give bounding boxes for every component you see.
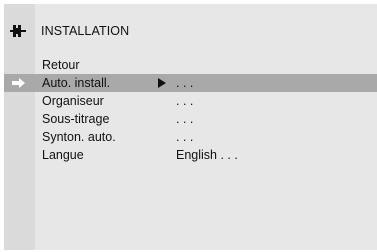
menu-item-value: . . . — [176, 112, 194, 126]
menu-item-value: . . . — [176, 94, 194, 108]
menu-item-value: English . . . — [176, 148, 238, 162]
menu-item-organiseur[interactable]: Organiseur . . . — [4, 92, 377, 110]
menu-item-value: . . . — [176, 76, 194, 90]
menu-item-sous-titrage[interactable]: Sous-titrage . . . — [4, 110, 377, 128]
menu-item-value: . . . — [176, 130, 194, 144]
submenu-play-icon — [158, 78, 166, 88]
antenna-plug-icon — [10, 25, 26, 37]
menu-item-label: Auto. install. — [42, 76, 111, 90]
installation-menu: Retour Auto. install. . . . Organiseur .… — [4, 56, 377, 164]
menu-item-label: Retour — [42, 58, 80, 72]
menu-item-label: Synton. auto. — [42, 130, 116, 144]
menu-item-langue[interactable]: Langue English . . . — [4, 146, 377, 164]
menu-item-synton-auto[interactable]: Synton. auto. . . . — [4, 128, 377, 146]
menu-item-retour[interactable]: Retour — [4, 56, 377, 74]
menu-item-label: Langue — [42, 148, 84, 162]
menu-item-label: Sous-titrage — [42, 112, 110, 126]
selection-arrow-icon — [12, 78, 25, 88]
menu-item-label: Organiseur — [42, 94, 104, 108]
menu-item-auto-install[interactable]: Auto. install. . . . — [4, 74, 377, 92]
tv-osd-screen: INSTALLATION Retour Auto. install. . . .… — [0, 0, 377, 252]
page-title: INSTALLATION — [41, 24, 130, 38]
menu-header: INSTALLATION — [4, 14, 377, 48]
